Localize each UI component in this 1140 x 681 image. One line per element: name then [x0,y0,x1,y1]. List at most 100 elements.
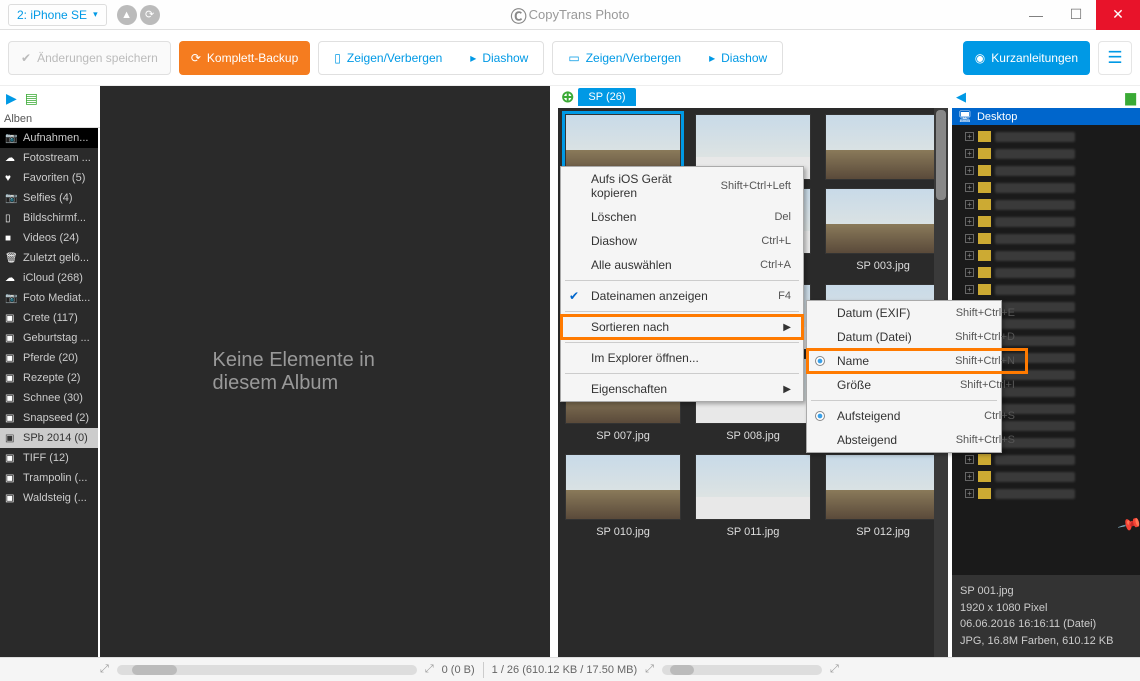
explorer-root[interactable]: 🖥 Desktop [952,108,1140,125]
album-label: Fotostream ... [23,152,91,164]
sidebar-album-item[interactable]: ▣SPb 2014 (0) [0,428,98,448]
context-menu[interactable]: Aufs iOS Gerät kopierenShift+Ctrl+LeftLö… [560,166,804,402]
thumbnail-item[interactable] [820,114,946,184]
collapse-icon[interactable]: ◀ [956,89,966,105]
sidebar-album-item[interactable]: ▣Trampolin (... [0,468,98,488]
expand-toggle-icon[interactable]: + [965,268,974,277]
tree-label-blurred [995,166,1075,176]
tree-item[interactable]: + [955,485,1137,502]
tree-item[interactable]: + [955,247,1137,264]
expand-icon[interactable]: ⤢ [100,663,109,676]
sidebar-album-item[interactable]: ▣Geburtstag ... [0,328,98,348]
expand-toggle-icon[interactable]: + [965,285,974,294]
tree-item[interactable]: + [955,128,1137,145]
sidebar-album-item[interactable]: ♥Favoriten (5) [0,168,98,188]
menu-button[interactable]: ☰ [1098,41,1132,75]
folder-tab[interactable]: SP (26) [578,88,635,106]
image-icon[interactable]: ▤ [25,90,38,107]
menu-item[interactable]: AbsteigendShift+Ctrl+S [807,428,1027,452]
thumbnail-item[interactable]: SP 011.jpg [690,454,816,546]
sidebar-album-item[interactable]: ▣Pferde (20) [0,348,98,368]
menu-item[interactable]: Im Explorer öffnen... [561,346,803,370]
sidebar-album-item[interactable]: ▣Crete (117) [0,308,98,328]
menu-item[interactable]: ✔Dateinamen anzeigenF4 [561,284,803,308]
refresh-icon[interactable]: ⟳ [140,5,160,25]
tree-item[interactable]: + [955,230,1137,247]
tree-item[interactable]: + [955,145,1137,162]
minimize-button[interactable]: — [1016,0,1056,30]
menu-separator [565,280,799,281]
quick-guides-button[interactable]: ◉ Kurzanleitungen [963,41,1090,75]
left-zoom-scroll[interactable] [117,665,417,675]
expand-icon[interactable]: ⤢ [425,663,434,676]
tree-item[interactable]: + [955,264,1137,281]
expand-toggle-icon[interactable]: + [965,251,974,260]
thumbnail-item[interactable]: SP 010.jpg [560,454,686,546]
expand-toggle-icon[interactable]: + [965,234,974,243]
pin-icon[interactable]: 📌 [1116,511,1140,538]
right-zoom-scroll[interactable] [662,665,822,675]
tree-item[interactable]: + [955,179,1137,196]
sidebar-album-item[interactable]: ▣Schnee (30) [0,388,98,408]
menu-item[interactable]: Datum (EXIF)Shift+Ctrl+E [807,301,1027,325]
device-show-hide-button[interactable]: ▯Zeigen/Verbergen [322,44,454,72]
device-slideshow-button[interactable]: ▸Diashow [458,44,540,72]
sidebar-album-item[interactable]: ☁Fotostream ... [0,148,98,168]
menu-item[interactable]: NameShift+Ctrl+N [807,349,1027,373]
sidebar-album-item[interactable]: ▣Rezepte (2) [0,368,98,388]
pc-slideshow-button[interactable]: ▸Diashow [697,44,779,72]
eject-icon[interactable]: ▲ [117,5,137,25]
pc-show-hide-button[interactable]: ▭Zeigen/Verbergen [556,44,693,72]
maximize-button[interactable]: ☐ [1056,0,1096,30]
full-backup-button[interactable]: ⟳ Komplett-Backup [179,41,310,75]
thumbnail-item[interactable]: SP 012.jpg [820,454,946,546]
expand-icon[interactable]: ⤢ [645,663,654,676]
tree-item[interactable]: + [955,196,1137,213]
menu-item[interactable]: Aufs iOS Gerät kopierenShift+Ctrl+Left [561,167,803,205]
play-icon[interactable]: ▶ [6,90,17,107]
expand-toggle-icon[interactable]: + [965,183,974,192]
menu-item-label: Aufsteigend [837,409,900,423]
close-button[interactable]: ✕ [1096,0,1140,30]
expand-toggle-icon[interactable]: + [965,472,974,481]
tree-item[interactable]: + [955,451,1137,468]
sidebar-album-item[interactable]: 📷Selfies (4) [0,188,98,208]
sidebar-album-item[interactable]: ▯Bildschirmf... [0,208,98,228]
thumbnail-item[interactable]: SP 003.jpg [820,188,946,280]
expand-toggle-icon[interactable]: + [965,132,974,141]
menu-item[interactable]: Eigenschaften▶ [561,377,803,401]
expand-toggle-icon[interactable]: + [965,455,974,464]
menu-item[interactable]: Datum (Datei)Shift+Ctrl+D [807,325,1027,349]
add-icon[interactable]: ⊕ [561,87,574,107]
sidebar-album-item[interactable]: ▣Waldsteig (... [0,488,98,508]
folder-icon[interactable]: ▆ [1125,89,1136,106]
sidebar-album-item[interactable]: 📷Foto Mediat... [0,288,98,308]
tree-item[interactable]: + [955,213,1137,230]
menu-item[interactable]: GrößeShift+Ctrl+I [807,373,1027,397]
device-selector[interactable]: 2: iPhone SE ▾ [8,4,107,26]
sidebar-album-item[interactable]: 📷Aufnahmen... [0,128,98,148]
tree-item[interactable]: + [955,468,1137,485]
expand-icon[interactable]: ⤢ [830,663,839,676]
album-type-icon: ▣ [5,393,18,404]
menu-item[interactable]: LöschenDel [561,205,803,229]
expand-toggle-icon[interactable]: + [965,200,974,209]
context-submenu[interactable]: Datum (EXIF)Shift+Ctrl+EDatum (Datei)Shi… [806,300,1002,453]
sidebar-album-item[interactable]: ▣TIFF (12) [0,448,98,468]
menu-item[interactable]: Alle auswählenCtrl+A [561,253,803,277]
sidebar-album-item[interactable]: 🗑Zuletzt gelö... [0,248,98,268]
menu-item[interactable]: AufsteigendCtrl+S [807,404,1027,428]
expand-toggle-icon[interactable]: + [965,217,974,226]
expand-toggle-icon[interactable]: + [965,166,974,175]
tree-item[interactable]: + [955,162,1137,179]
menu-item[interactable]: DiashowCtrl+L [561,229,803,253]
tree-item[interactable]: + [955,281,1137,298]
sidebar-album-item[interactable]: ▣Snapseed (2) [0,408,98,428]
album-type-icon: ▣ [5,413,18,424]
album-label: iCloud (268) [23,272,83,284]
expand-toggle-icon[interactable]: + [965,489,974,498]
expand-toggle-icon[interactable]: + [965,149,974,158]
sidebar-album-item[interactable]: ☁iCloud (268) [0,268,98,288]
sidebar-album-item[interactable]: ■Videos (24) [0,228,98,248]
menu-item[interactable]: Sortieren nach▶ [561,315,803,339]
